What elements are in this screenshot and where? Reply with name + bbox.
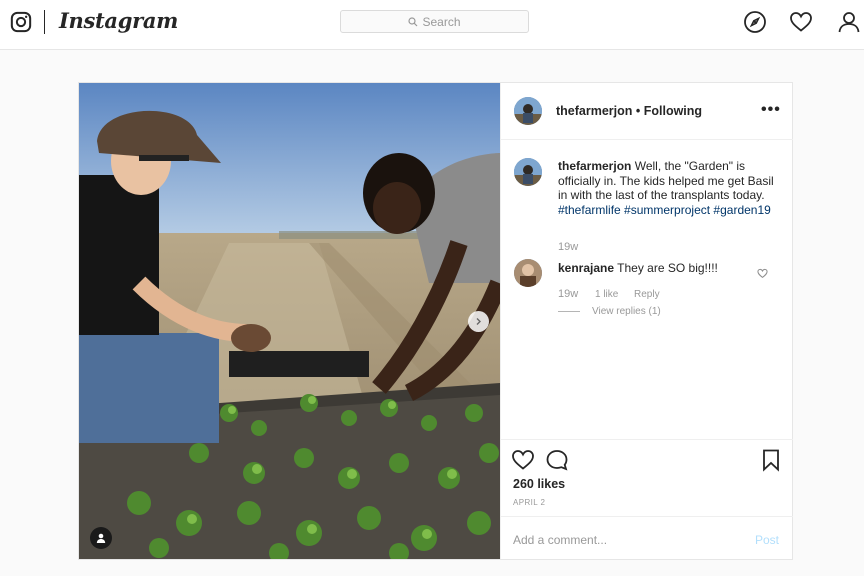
like-heart-icon[interactable] xyxy=(511,448,535,472)
post-photo[interactable] xyxy=(79,83,500,559)
instagram-wordmark[interactable]: Instagram xyxy=(59,8,178,33)
add-comment-bar: Add a comment... Post xyxy=(501,516,793,560)
comment-like-icon[interactable] xyxy=(757,268,768,279)
view-replies-link[interactable]: View replies (1) xyxy=(592,306,661,317)
post-date[interactable]: APRIL 2 xyxy=(513,498,545,507)
author-avatar[interactable] xyxy=(514,97,542,125)
search-input[interactable]: Search xyxy=(340,10,529,33)
profile-icon[interactable] xyxy=(837,10,861,34)
post-comment-button[interactable]: Post xyxy=(755,533,779,547)
comment-text: They are SO big!!!! xyxy=(617,261,718,275)
logo-divider xyxy=(44,10,45,34)
reply-button[interactable]: Reply xyxy=(634,289,660,300)
caption-age[interactable]: 19w xyxy=(558,241,578,253)
comment-item: kenrajane They are SO big!!!! xyxy=(558,261,778,276)
instagram-glyph-icon[interactable] xyxy=(10,11,32,33)
top-navigation-bar: Instagram Search xyxy=(0,0,864,50)
comment-like-count[interactable]: 1 like xyxy=(595,289,618,300)
author-avatar-image xyxy=(514,97,542,125)
search-icon xyxy=(408,16,418,26)
commenter-avatar[interactable] xyxy=(514,259,542,287)
comment-username[interactable]: kenrajane xyxy=(558,261,614,275)
user-tag-icon xyxy=(96,533,106,543)
hashtag-link[interactable]: #garden19 xyxy=(713,203,770,217)
replies-divider-line xyxy=(558,311,580,312)
chevron-right-icon xyxy=(476,318,481,325)
like-count[interactable]: 260 likes xyxy=(513,477,565,491)
add-comment-input[interactable]: Add a comment... xyxy=(513,533,607,547)
post-header: thefarmerjon • Following ••• xyxy=(501,83,793,140)
post-actions: 260 likes APRIL 2 Add a comment... Post xyxy=(501,439,793,559)
post-sidebar: thefarmerjon • Following ••• thefarmerjo… xyxy=(500,83,793,559)
commenter-avatar-image xyxy=(514,259,542,287)
hashtag-link[interactable]: #thefarmlife xyxy=(558,203,621,217)
caption-username[interactable]: thefarmerjon xyxy=(558,159,631,173)
post-caption: thefarmerjon Well, the "Garden" is offic… xyxy=(558,159,778,217)
more-options-button[interactable]: ••• xyxy=(761,101,781,119)
heart-icon[interactable] xyxy=(789,10,813,34)
bookmark-icon[interactable] xyxy=(759,448,783,472)
tagged-people-button[interactable] xyxy=(90,527,112,549)
author-following-line[interactable]: thefarmerjon • Following xyxy=(556,104,702,118)
caption-avatar-image xyxy=(514,158,542,186)
search-placeholder: Search xyxy=(422,14,461,29)
compass-icon[interactable] xyxy=(743,10,767,34)
caption-avatar[interactable] xyxy=(514,158,542,186)
comment-age[interactable]: 19w xyxy=(558,288,578,300)
garden-photo-illustration xyxy=(79,83,500,559)
comment-bubble-icon[interactable] xyxy=(545,448,569,472)
next-photo-button[interactable] xyxy=(468,311,489,332)
hashtag-link[interactable]: #summerproject xyxy=(624,203,710,217)
post-card: thefarmerjon • Following ••• thefarmerjo… xyxy=(78,82,793,560)
